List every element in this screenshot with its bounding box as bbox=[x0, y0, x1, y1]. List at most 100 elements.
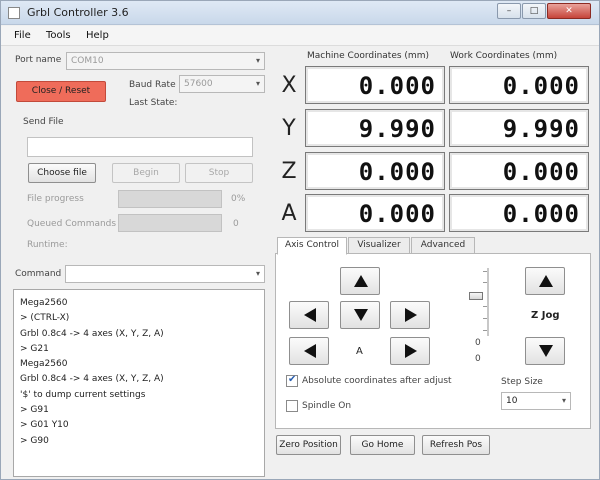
baud-rate-select[interactable]: 57600 ▾ bbox=[179, 75, 265, 93]
jog-y-minus-button[interactable] bbox=[340, 301, 380, 329]
send-file-label: Send File bbox=[23, 117, 64, 127]
jog-x-minus-button[interactable] bbox=[289, 301, 329, 329]
chevron-down-icon: ▾ bbox=[255, 269, 260, 278]
spindle-on-label: Spindle On bbox=[302, 401, 352, 411]
arrow-left-icon bbox=[304, 344, 316, 358]
machine-coordinates-header: Machine Coordinates (mm) bbox=[307, 51, 429, 61]
port-name-value: COM10 bbox=[71, 56, 104, 66]
console-line: > G91 bbox=[20, 405, 49, 416]
arrow-right-icon bbox=[405, 344, 417, 358]
absolute-coordinates-label: Absolute coordinates after adjust bbox=[302, 376, 452, 386]
close-button[interactable]: ✕ bbox=[547, 3, 591, 19]
work-coord-a-value: 0.000 bbox=[502, 200, 580, 228]
console-line: Mega2560 bbox=[20, 298, 68, 308]
work-coord-x: 0.000 bbox=[449, 66, 589, 104]
a-axis-label: A bbox=[356, 346, 363, 357]
go-home-button[interactable]: Go Home bbox=[350, 435, 415, 455]
jog-z-plus-button[interactable] bbox=[525, 267, 565, 295]
begin-button[interactable]: Begin bbox=[112, 163, 180, 183]
machine-coord-y: 9.990 bbox=[305, 109, 445, 147]
minimize-button[interactable]: – bbox=[497, 3, 521, 19]
absolute-coordinates-checkbox[interactable] bbox=[286, 374, 298, 387]
machine-coord-y-value: 9.990 bbox=[358, 115, 436, 143]
menu-bar: File Tools Help bbox=[1, 26, 599, 46]
port-name-label: Port name bbox=[15, 55, 62, 65]
baud-rate-value: 57600 bbox=[184, 79, 213, 89]
zero-position-button[interactable]: Zero Position bbox=[276, 435, 341, 455]
slider-tick bbox=[483, 306, 487, 307]
step-size-label: Step Size bbox=[501, 377, 543, 387]
arrow-up-icon bbox=[539, 275, 553, 287]
file-progress-label: File progress bbox=[27, 194, 84, 204]
work-coord-y: 9.990 bbox=[449, 109, 589, 147]
axis-label-a: A bbox=[281, 201, 297, 226]
work-coord-a: 0.000 bbox=[449, 194, 589, 232]
stop-button[interactable]: Stop bbox=[185, 163, 253, 183]
chevron-down-icon: ▾ bbox=[561, 396, 566, 405]
slider-tick bbox=[483, 330, 487, 331]
work-coord-x-value: 0.000 bbox=[502, 72, 580, 100]
menu-file[interactable]: File bbox=[14, 30, 31, 41]
jog-speed-slider-thumb[interactable] bbox=[469, 292, 483, 300]
work-coord-y-value: 9.990 bbox=[502, 115, 580, 143]
console-line: > G90 bbox=[20, 435, 49, 446]
tab-visualizer[interactable]: Visualizer bbox=[348, 237, 410, 254]
jog-a-minus-button[interactable] bbox=[289, 337, 329, 365]
close-reset-button[interactable]: Close / Reset bbox=[16, 81, 106, 102]
machine-coord-z: 0.000 bbox=[305, 152, 445, 190]
title-bar: Grbl Controller 3.6 – □ ✕ bbox=[1, 1, 599, 25]
port-name-select[interactable]: COM10 ▾ bbox=[66, 52, 265, 70]
command-label: Command bbox=[15, 269, 62, 279]
slider-tick bbox=[483, 271, 487, 272]
tab-axis-control[interactable]: Axis Control bbox=[277, 237, 347, 255]
machine-coord-a-value: 0.000 bbox=[358, 200, 436, 228]
axis-label-y: Y bbox=[282, 116, 296, 141]
z-jog-label: Z Jog bbox=[531, 310, 560, 321]
console-line: > (CTRL-X) bbox=[20, 313, 70, 324]
file-progress-value: 0% bbox=[231, 194, 246, 204]
console-line: > G21 bbox=[20, 343, 49, 354]
app-icon bbox=[8, 7, 20, 19]
maximize-button[interactable]: □ bbox=[522, 3, 546, 19]
machine-coord-z-value: 0.000 bbox=[358, 158, 436, 186]
arrow-right-icon bbox=[405, 308, 417, 322]
console-line: Grbl 0.8c4 -> 4 axes (X, Y, Z, A) bbox=[20, 374, 164, 385]
command-input[interactable]: ▾ bbox=[65, 265, 265, 283]
chevron-down-icon: ▾ bbox=[255, 56, 260, 65]
window-title: Grbl Controller 3.6 bbox=[27, 6, 129, 19]
arrow-down-icon bbox=[539, 345, 553, 357]
spindle-on-checkbox[interactable] bbox=[286, 400, 298, 412]
jog-x-plus-button[interactable] bbox=[390, 301, 430, 329]
file-path-field[interactable] bbox=[27, 137, 253, 157]
machine-coord-x-value: 0.000 bbox=[358, 72, 436, 100]
jog-a-plus-button[interactable] bbox=[390, 337, 430, 365]
slider-value-1: 0 bbox=[475, 338, 481, 348]
work-coord-z-value: 0.000 bbox=[502, 158, 580, 186]
main-window: Grbl Controller 3.6 – □ ✕ File Tools Hel… bbox=[0, 0, 600, 480]
chevron-down-icon: ▾ bbox=[255, 79, 260, 88]
slider-tick bbox=[483, 282, 487, 283]
axis-label-x: X bbox=[281, 73, 297, 98]
refresh-pos-button[interactable]: Refresh Pos bbox=[422, 435, 490, 455]
arrow-left-icon bbox=[304, 308, 316, 322]
machine-coord-a: 0.000 bbox=[305, 194, 445, 232]
last-state-label: Last State: bbox=[129, 98, 178, 108]
queued-commands-label: Queued Commands bbox=[27, 219, 117, 229]
work-coordinates-header: Work Coordinates (mm) bbox=[450, 51, 558, 61]
step-size-select[interactable]: 10 ▾ bbox=[501, 392, 571, 410]
console-output[interactable]: Mega2560 > (CTRL-X) Grbl 0.8c4 -> 4 axes… bbox=[13, 289, 265, 477]
console-line: Mega2560 bbox=[20, 359, 68, 370]
slider-value-2: 0 bbox=[475, 354, 481, 364]
jog-z-minus-button[interactable] bbox=[525, 337, 565, 365]
jog-y-plus-button[interactable] bbox=[340, 267, 380, 295]
choose-file-button[interactable]: Choose file bbox=[28, 163, 96, 183]
menu-help[interactable]: Help bbox=[86, 30, 109, 41]
baud-rate-label: Baud Rate bbox=[129, 80, 176, 90]
jog-speed-slider-track bbox=[487, 268, 489, 336]
tab-advanced[interactable]: Advanced bbox=[411, 237, 475, 254]
slider-tick bbox=[483, 318, 487, 319]
runtime-label: Runtime: bbox=[27, 240, 68, 250]
arrow-up-icon bbox=[354, 275, 368, 287]
step-size-value: 10 bbox=[506, 396, 518, 406]
menu-tools[interactable]: Tools bbox=[46, 30, 71, 41]
